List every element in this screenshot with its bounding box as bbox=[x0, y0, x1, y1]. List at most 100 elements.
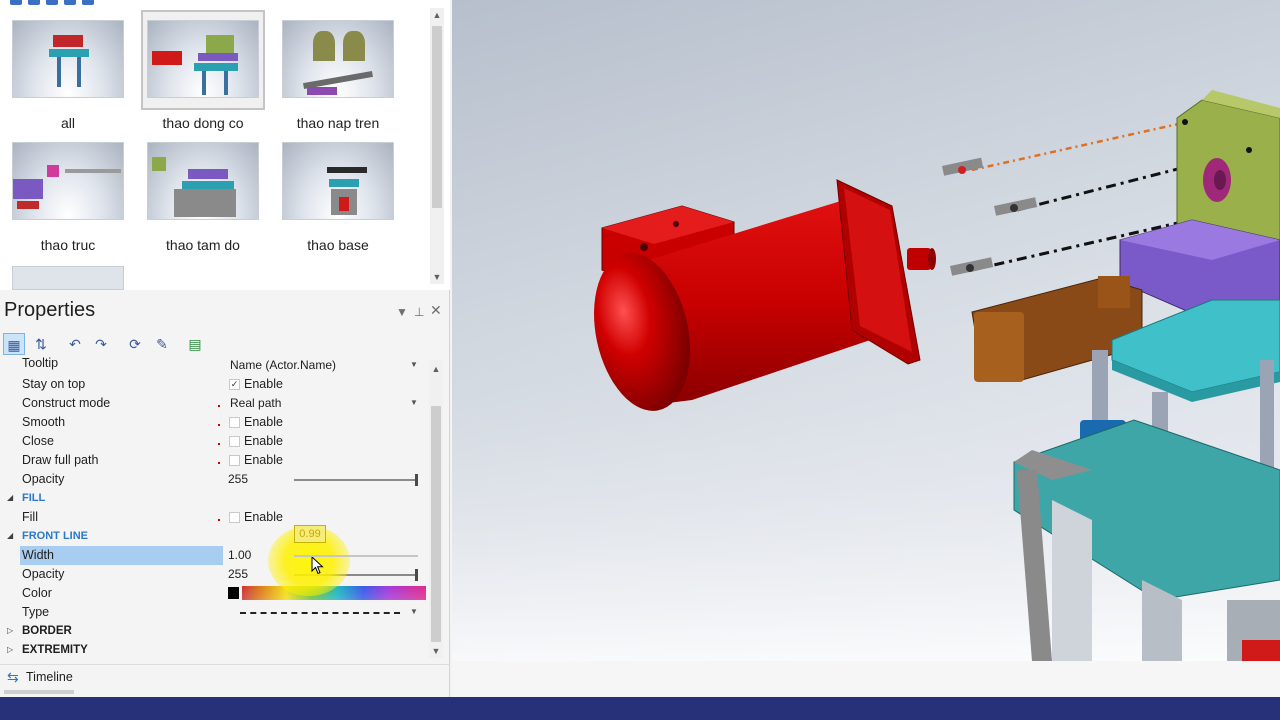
thumbnail-image bbox=[147, 20, 259, 98]
dropdown-icon[interactable]: ▼ bbox=[410, 360, 418, 369]
property-grid: Tooltip Name (Actor.Name) ▼ Stay on top … bbox=[0, 356, 428, 661]
refresh-icon[interactable]: ⟳ bbox=[124, 333, 146, 355]
dropdown-icon[interactable]: ▼ bbox=[410, 607, 418, 616]
checkbox-label: Enable bbox=[244, 434, 283, 448]
thumbnail-image bbox=[282, 142, 394, 220]
prop-value: 1.00 bbox=[228, 548, 252, 562]
sort-alpha-icon[interactable]: ⇅ bbox=[30, 333, 52, 355]
width-slider[interactable] bbox=[294, 555, 418, 557]
slider-knob[interactable] bbox=[415, 569, 418, 581]
gallery-scrollbar[interactable]: ▲ ▼ bbox=[430, 8, 444, 284]
dropdown-icon[interactable]: ▼ bbox=[410, 398, 418, 407]
checkbox-label: Enable bbox=[244, 510, 283, 524]
close-icon[interactable]: ✕ bbox=[430, 302, 442, 319]
picker-icon[interactable]: ✎ bbox=[151, 333, 173, 355]
prop-row-width[interactable]: Width 1.00 bbox=[0, 546, 428, 565]
prop-name: Fill bbox=[22, 510, 38, 524]
prop-row-construct-mode[interactable]: Construct mode Real path ▼ bbox=[0, 394, 428, 413]
prop-name: Color bbox=[22, 586, 52, 600]
collapse-triangle-icon[interactable]: ◢ bbox=[7, 493, 13, 502]
gallery-item-label: all bbox=[60, 115, 75, 131]
prop-row-opacity[interactable]: Opacity 255 bbox=[0, 565, 428, 584]
prop-name: Tooltip bbox=[22, 356, 59, 370]
prop-row-color[interactable]: Color bbox=[0, 584, 428, 603]
category-label: FRONT LINE bbox=[22, 530, 88, 542]
prop-name: Opacity bbox=[22, 567, 65, 581]
collapse-triangle-icon[interactable]: ◢ bbox=[7, 531, 13, 540]
prop-value: 255 bbox=[228, 472, 249, 486]
taskbar bbox=[0, 697, 1280, 720]
prop-name: Width bbox=[22, 548, 54, 562]
properties-toolbar: ▦ ⇅ ↶ ↷ ⟳ ✎ ▤ bbox=[0, 330, 450, 358]
gallery-toolbar bbox=[10, 0, 100, 5]
collapse-icon[interactable]: ↶ bbox=[64, 333, 86, 355]
tool-icon[interactable] bbox=[46, 0, 58, 5]
thumbnail-image bbox=[282, 20, 394, 98]
prop-row-opacity[interactable]: Opacity 255 bbox=[0, 470, 428, 489]
timeline-icon: ⇆ bbox=[7, 669, 19, 685]
category-label: BORDER bbox=[22, 625, 72, 637]
scroll-up-icon[interactable]: ▲ bbox=[430, 8, 444, 22]
prop-row-tooltip[interactable]: Tooltip Name (Actor.Name) ▼ bbox=[0, 356, 428, 375]
categorized-icon[interactable]: ▦ bbox=[3, 333, 25, 355]
timeline-tab[interactable]: ⇆ Timeline bbox=[0, 664, 450, 694]
left-panel: all thao dong co thao nap tren thao truc… bbox=[0, 0, 450, 697]
mouse-cursor-icon bbox=[311, 556, 324, 575]
gallery-item-label: thao tam do bbox=[166, 237, 240, 253]
scroll-thumb[interactable] bbox=[431, 406, 441, 642]
prop-value: Real path bbox=[230, 396, 282, 410]
scroll-thumb[interactable] bbox=[432, 26, 442, 208]
color-swatch[interactable] bbox=[228, 587, 239, 599]
property-pages-icon[interactable]: ▤ bbox=[184, 333, 206, 355]
expand-icon[interactable]: ↷ bbox=[90, 333, 112, 355]
prop-row-close[interactable]: Close Enable bbox=[0, 432, 428, 451]
thumbnail-image[interactable] bbox=[12, 266, 124, 290]
opacity-slider[interactable] bbox=[294, 474, 418, 486]
prop-row-fill[interactable]: Fill Enable bbox=[0, 508, 428, 527]
category-border[interactable]: ▷ BORDER bbox=[0, 622, 428, 641]
expand-triangle-icon[interactable]: ▷ bbox=[7, 645, 13, 654]
scroll-down-icon[interactable]: ▼ bbox=[429, 644, 443, 658]
checkbox[interactable] bbox=[229, 455, 240, 466]
checkbox-label: Enable bbox=[244, 377, 283, 391]
modified-marker bbox=[218, 462, 220, 464]
tab-indicator bbox=[4, 690, 74, 694]
category-extremity[interactable]: ▷ EXTREMITY bbox=[0, 641, 428, 660]
expand-triangle-icon[interactable]: ▷ bbox=[7, 626, 13, 635]
3d-viewport[interactable] bbox=[452, 0, 1280, 661]
scene-render bbox=[452, 90, 1280, 661]
checkbox[interactable] bbox=[229, 512, 240, 523]
dropdown-icon[interactable]: ▼ bbox=[396, 305, 408, 319]
prop-row-type[interactable]: Type ▼ bbox=[0, 603, 428, 622]
prop-value: Name (Actor.Name) bbox=[230, 358, 337, 372]
pin-icon[interactable]: ⊥ bbox=[414, 305, 424, 319]
checkbox-label: Enable bbox=[244, 453, 283, 467]
prop-name: Draw full path bbox=[22, 453, 99, 467]
tool-icon[interactable] bbox=[64, 0, 76, 5]
scroll-down-icon[interactable]: ▼ bbox=[430, 270, 444, 284]
category-fill[interactable]: ◢ FILL bbox=[0, 489, 428, 508]
slider-knob[interactable] bbox=[415, 474, 418, 486]
scene-gallery: all thao dong co thao nap tren thao truc… bbox=[0, 0, 450, 290]
scroll-up-icon[interactable]: ▲ bbox=[429, 362, 443, 376]
prop-row-draw-full-path[interactable]: Draw full path Enable bbox=[0, 451, 428, 470]
tool-icon[interactable] bbox=[28, 0, 40, 5]
prop-value: 255 bbox=[228, 567, 249, 581]
gallery-item-label: thao truc bbox=[40, 237, 96, 253]
modified-marker bbox=[218, 424, 220, 426]
status-area bbox=[452, 661, 1280, 697]
tool-icon[interactable] bbox=[10, 0, 22, 5]
checkbox[interactable]: ✓ bbox=[229, 379, 240, 390]
category-front-line[interactable]: ◢ FRONT LINE bbox=[0, 527, 428, 546]
prop-row-stay-on-top[interactable]: Stay on top ✓ Enable bbox=[0, 375, 428, 394]
checkbox[interactable] bbox=[229, 436, 240, 447]
line-type-preview bbox=[240, 612, 400, 614]
prop-name: Smooth bbox=[22, 415, 66, 429]
prop-name: Construct mode bbox=[22, 396, 111, 410]
checkbox[interactable] bbox=[229, 417, 240, 428]
prop-row-smooth[interactable]: Smooth Enable bbox=[0, 413, 428, 432]
base-part[interactable] bbox=[1013, 419, 1280, 661]
prop-name: Stay on top bbox=[22, 377, 86, 391]
tool-icon[interactable] bbox=[82, 0, 94, 5]
properties-scrollbar[interactable]: ▲ ▼ bbox=[429, 360, 443, 658]
